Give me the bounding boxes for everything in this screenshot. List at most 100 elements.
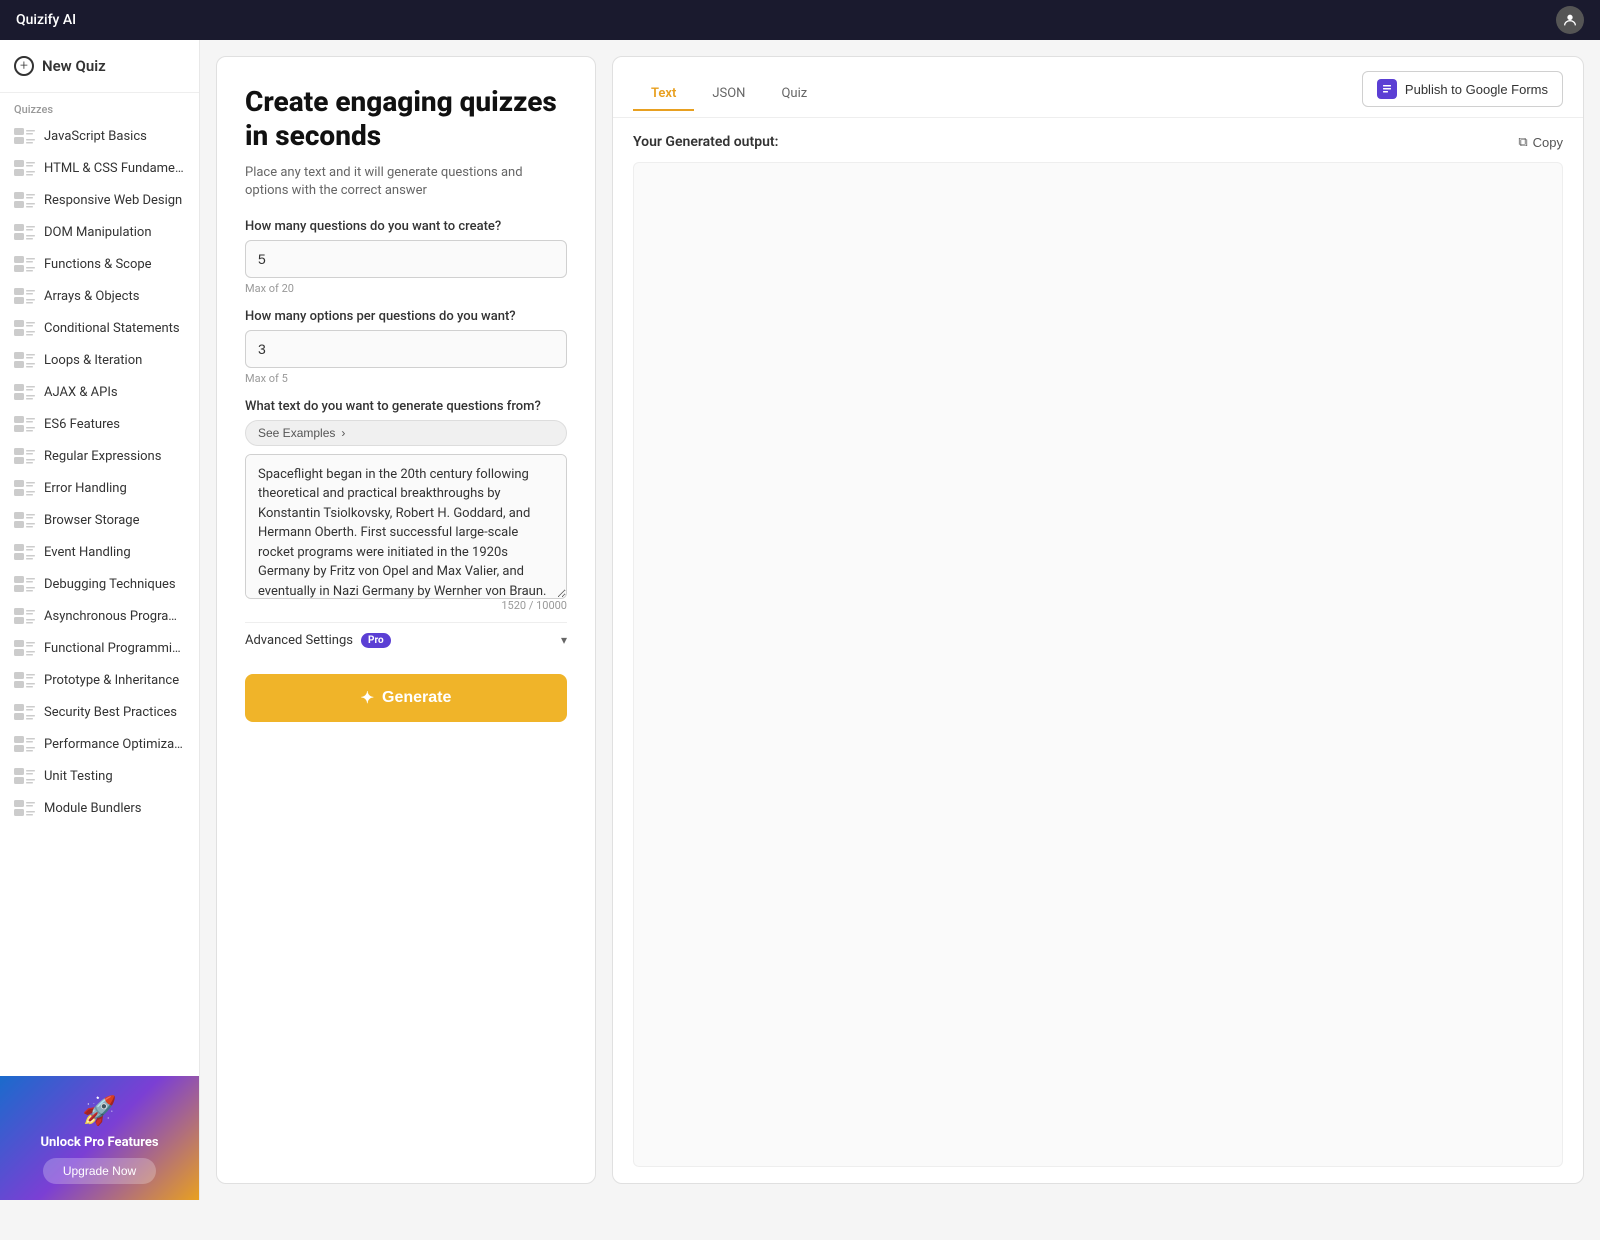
advanced-settings-label: Advanced Settings bbox=[245, 633, 353, 648]
copy-icon: ⧉ bbox=[1518, 134, 1527, 150]
google-forms-icon bbox=[1377, 79, 1397, 99]
sidebar-item[interactable]: HTML & CSS Fundamentals bbox=[0, 152, 199, 184]
list-icon bbox=[14, 191, 36, 209]
list-icon bbox=[14, 383, 36, 401]
publish-label: Publish to Google Forms bbox=[1405, 82, 1548, 97]
see-examples-button[interactable]: See Examples › bbox=[245, 420, 567, 446]
sidebar-item[interactable]: Regular Expressions bbox=[0, 440, 199, 472]
sidebar-item[interactable]: Responsive Web Design bbox=[0, 184, 199, 216]
new-quiz-label: New Quiz bbox=[42, 57, 106, 75]
chevron-down-icon: ▾ bbox=[561, 633, 567, 647]
sidebar-item-label: Performance Optimization bbox=[44, 737, 185, 752]
top-nav: Quizify AI bbox=[0, 0, 1600, 40]
quiz-creator-panel: Create engaging quizzes in seconds Place… bbox=[216, 56, 596, 1184]
sidebar-item[interactable]: Debugging Techniques bbox=[0, 568, 199, 600]
list-icon bbox=[14, 607, 36, 625]
avatar[interactable] bbox=[1556, 6, 1584, 34]
sidebar-item[interactable]: Functional Programming C... bbox=[0, 632, 199, 664]
pro-badge: Pro bbox=[361, 633, 391, 648]
sidebar-item-label: Unit Testing bbox=[44, 769, 113, 784]
output-tabs: TextJSONQuiz bbox=[633, 78, 825, 110]
sidebar-item-label: Functional Programming C... bbox=[44, 641, 185, 656]
sidebar-item[interactable]: DOM Manipulation bbox=[0, 216, 199, 248]
options-count-input[interactable] bbox=[245, 330, 567, 368]
sidebar-item[interactable]: Event Handling bbox=[0, 536, 199, 568]
sidebar-item[interactable]: JavaScript Basics bbox=[0, 120, 199, 152]
char-count: 1520 / 10000 bbox=[245, 599, 567, 612]
generate-label: Generate bbox=[382, 689, 451, 707]
sidebar-item[interactable]: Prototype & Inheritance bbox=[0, 664, 199, 696]
sidebar-item-label: Loops & Iteration bbox=[44, 353, 142, 368]
advanced-settings-row[interactable]: Advanced Settings Pro ▾ bbox=[245, 622, 567, 658]
rocket-icon: 🚀 bbox=[82, 1094, 117, 1127]
publish-button[interactable]: Publish to Google Forms bbox=[1362, 71, 1563, 107]
options-hint: Max of 5 bbox=[245, 372, 567, 385]
sidebar-item[interactable]: Conditional Statements bbox=[0, 312, 199, 344]
sidebar-item[interactable]: Arrays & Objects bbox=[0, 280, 199, 312]
sidebar-item[interactable]: Performance Optimization bbox=[0, 728, 199, 760]
sidebar-item[interactable]: AJAX & APIs bbox=[0, 376, 199, 408]
sidebar: + New Quiz Quizzes JavaScript Basics bbox=[0, 40, 200, 1200]
sidebar-item-label: ES6 Features bbox=[44, 417, 120, 432]
list-icon bbox=[14, 671, 36, 689]
sidebar-item[interactable]: Functions & Scope bbox=[0, 248, 199, 280]
list-icon bbox=[14, 479, 36, 497]
output-header: TextJSONQuiz Publish to Google Forms bbox=[613, 57, 1583, 118]
sidebar-item-label: Module Bundlers bbox=[44, 801, 142, 816]
chevron-right-icon: › bbox=[341, 426, 345, 440]
upgrade-title: Unlock Pro Features bbox=[40, 1135, 158, 1150]
list-icon bbox=[14, 447, 36, 465]
output-panel: TextJSONQuiz Publish to Google Forms You… bbox=[612, 56, 1584, 1184]
list-icon bbox=[14, 511, 36, 529]
sidebar-item-label: Security Best Practices bbox=[44, 705, 177, 720]
list-icon bbox=[14, 575, 36, 593]
list-icon bbox=[14, 703, 36, 721]
output-text-area bbox=[633, 162, 1563, 1167]
sidebar-item[interactable]: Browser Storage bbox=[0, 504, 199, 536]
sidebar-item[interactable]: ES6 Features bbox=[0, 408, 199, 440]
list-icon bbox=[14, 159, 36, 177]
list-icon bbox=[14, 223, 36, 241]
sidebar-item-label: DOM Manipulation bbox=[44, 225, 152, 240]
text-input[interactable] bbox=[245, 454, 567, 599]
sidebar-item[interactable]: Asynchronous Programming bbox=[0, 600, 199, 632]
sidebar-item-label: Regular Expressions bbox=[44, 449, 161, 464]
sidebar-item-label: Error Handling bbox=[44, 481, 127, 496]
advanced-settings-left: Advanced Settings Pro bbox=[245, 633, 391, 648]
sidebar-item-label: JavaScript Basics bbox=[44, 129, 147, 144]
sidebar-item[interactable]: Error Handling bbox=[0, 472, 199, 504]
sidebar-section-label: Quizzes bbox=[0, 93, 199, 120]
list-icon bbox=[14, 415, 36, 433]
list-icon bbox=[14, 319, 36, 337]
sidebar-item[interactable]: Module Bundlers bbox=[0, 792, 199, 824]
tab-json[interactable]: JSON bbox=[694, 78, 763, 111]
list-icon bbox=[14, 351, 36, 369]
questions-hint: Max of 20 bbox=[245, 282, 567, 295]
sidebar-item-label: Browser Storage bbox=[44, 513, 139, 528]
new-quiz-button[interactable]: + New Quiz bbox=[0, 40, 199, 93]
sidebar-item-label: Conditional Statements bbox=[44, 321, 180, 336]
copy-label: Copy bbox=[1533, 135, 1563, 150]
sidebar-item[interactable]: Security Best Practices bbox=[0, 696, 199, 728]
sidebar-item[interactable]: Loops & Iteration bbox=[0, 344, 199, 376]
list-icon bbox=[14, 543, 36, 561]
sidebar-item[interactable]: Unit Testing bbox=[0, 760, 199, 792]
list-icon bbox=[14, 127, 36, 145]
sidebar-item-label: Responsive Web Design bbox=[44, 193, 182, 208]
generate-button[interactable]: ✦ Generate bbox=[245, 674, 567, 722]
questions-count-input[interactable] bbox=[245, 240, 567, 278]
list-icon bbox=[14, 287, 36, 305]
sidebar-item-label: Arrays & Objects bbox=[44, 289, 139, 304]
sidebar-item-label: Event Handling bbox=[44, 545, 131, 560]
sidebar-list: JavaScript Basics HTML & CSS Fundamental… bbox=[0, 120, 199, 1076]
list-icon bbox=[14, 735, 36, 753]
sidebar-item-label: Prototype & Inheritance bbox=[44, 673, 179, 688]
plus-icon: + bbox=[14, 56, 34, 76]
copy-button[interactable]: ⧉ Copy bbox=[1518, 134, 1563, 150]
list-icon bbox=[14, 639, 36, 657]
tab-text[interactable]: Text bbox=[633, 78, 694, 111]
tab-quiz[interactable]: Quiz bbox=[763, 78, 825, 111]
upgrade-now-button[interactable]: Upgrade Now bbox=[43, 1158, 156, 1184]
panel-title: Create engaging quizzes in seconds bbox=[245, 85, 567, 152]
output-label-row: Your Generated output: ⧉ Copy bbox=[633, 134, 1563, 150]
